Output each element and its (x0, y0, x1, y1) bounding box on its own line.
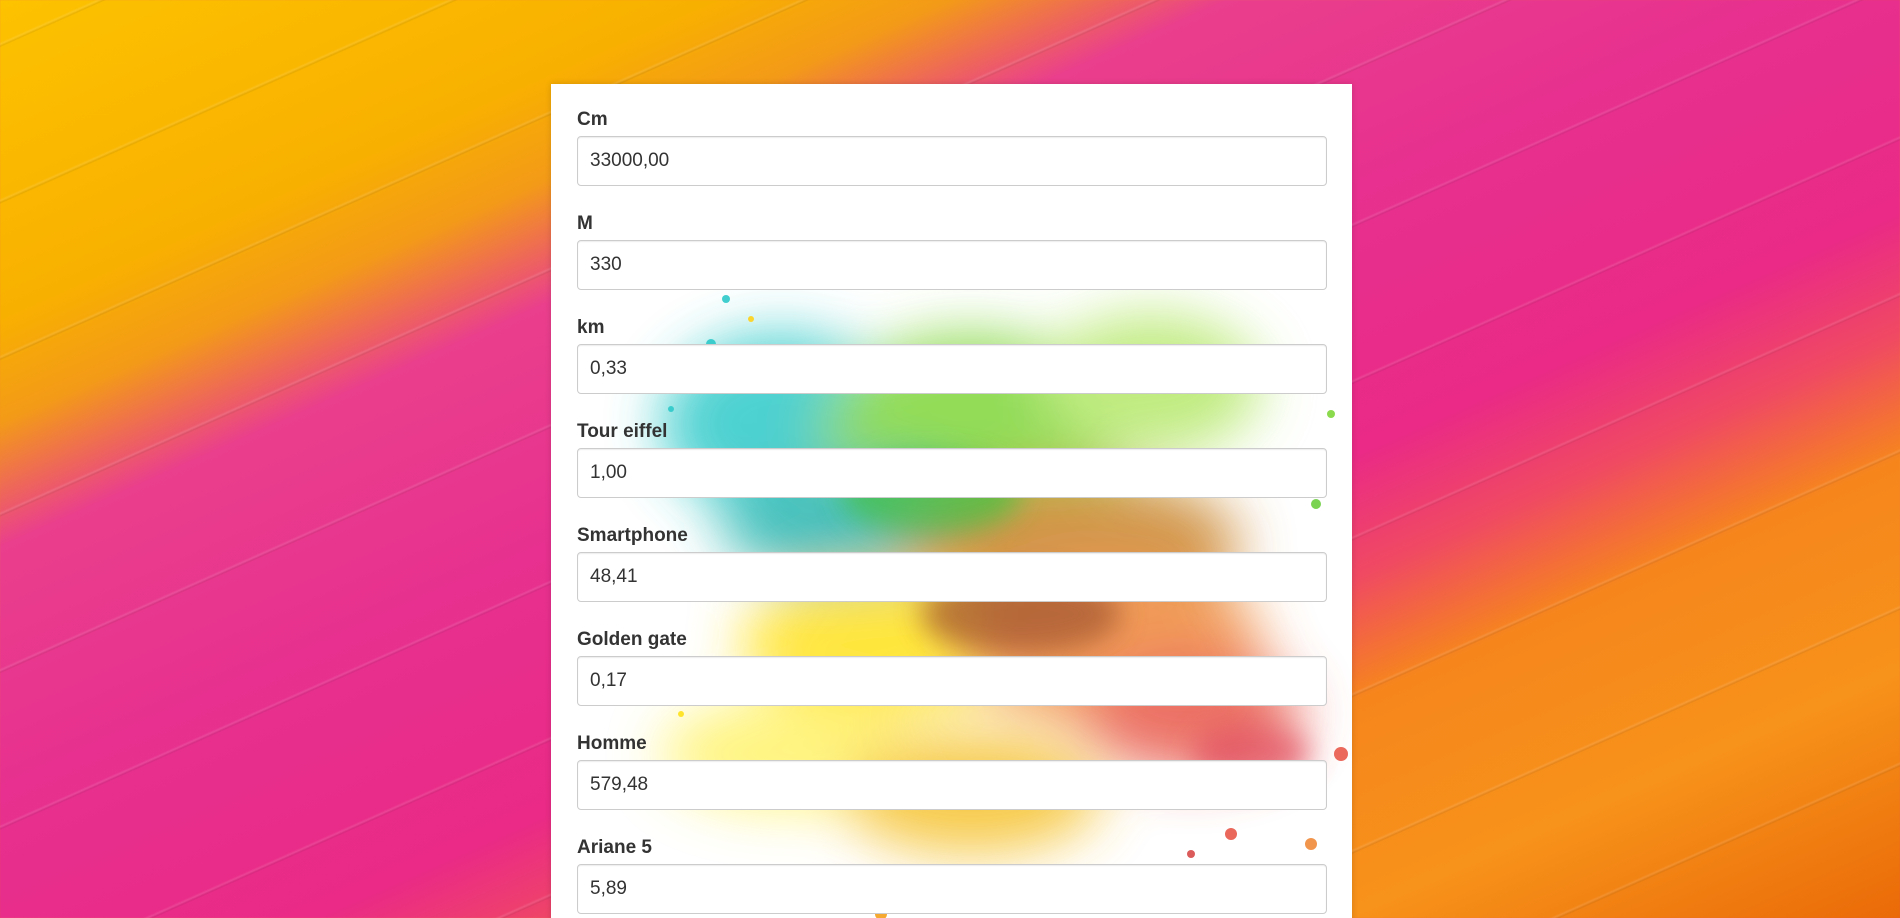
smartphone-label: Smartphone (577, 525, 688, 546)
m-input[interactable] (577, 240, 1327, 290)
homme-input[interactable] (577, 760, 1327, 810)
km-label: km (577, 317, 605, 338)
golden-gate-input[interactable] (577, 656, 1327, 706)
field-group-cm: Cm (577, 108, 1327, 212)
m-label: M (577, 213, 593, 234)
cm-label: Cm (577, 109, 608, 130)
golden-gate-label: Golden gate (577, 629, 687, 650)
unit-converter-form: Cm M km Tour eiffel Smartphone Golden ga… (551, 84, 1352, 918)
homme-label: Homme (577, 733, 647, 754)
field-group-smartphone: Smartphone (577, 524, 1327, 628)
field-group-tour-eiffel: Tour eiffel (577, 420, 1327, 524)
ariane-5-input[interactable] (577, 864, 1327, 914)
field-group-golden-gate: Golden gate (577, 628, 1327, 732)
field-group-homme: Homme (577, 732, 1327, 836)
tour-eiffel-input[interactable] (577, 448, 1327, 498)
field-group-km: km (577, 316, 1327, 420)
tour-eiffel-label: Tour eiffel (577, 421, 668, 442)
ariane-5-label: Ariane 5 (577, 837, 652, 858)
km-input[interactable] (577, 344, 1327, 394)
cm-input[interactable] (577, 136, 1327, 186)
field-group-ariane-5: Ariane 5 (577, 836, 1327, 918)
field-group-m: M (577, 212, 1327, 316)
smartphone-input[interactable] (577, 552, 1327, 602)
converter-card: Cm M km Tour eiffel Smartphone Golden ga… (551, 84, 1352, 918)
